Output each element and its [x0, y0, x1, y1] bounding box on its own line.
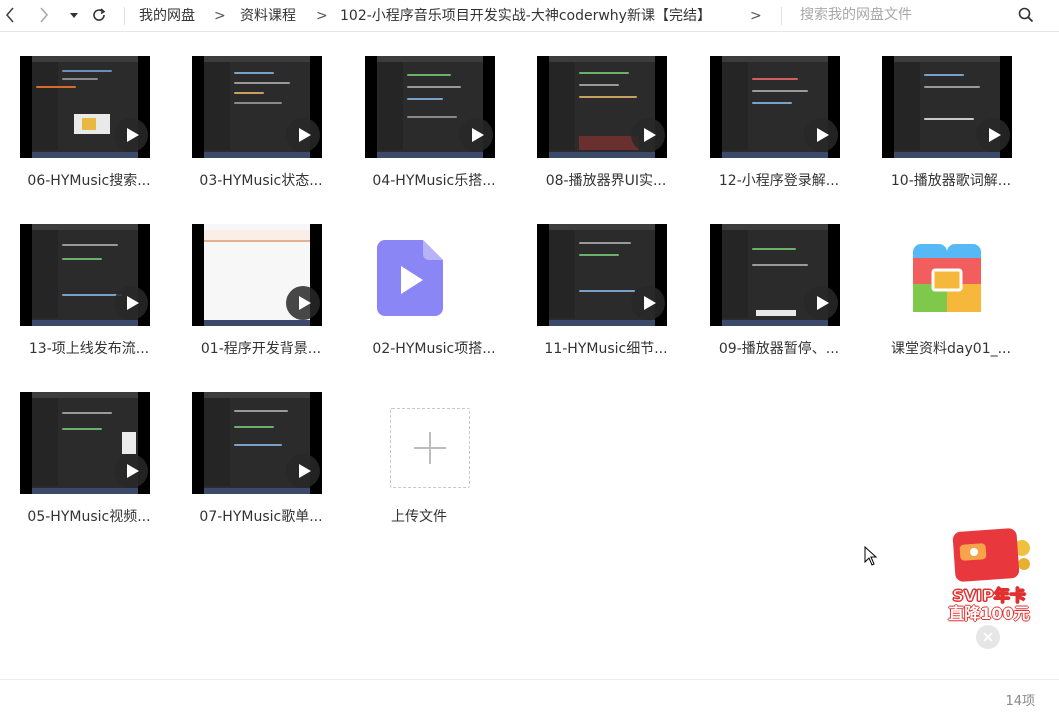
file-item[interactable]: 04-HYMusic乐搭... [345, 56, 496, 206]
search-icon [1018, 7, 1034, 23]
breadcrumb-separator: > [750, 8, 762, 24]
forward-button[interactable] [34, 4, 54, 26]
play-icon [804, 286, 838, 320]
breadcrumb-separator: > [316, 8, 328, 24]
search-input[interactable] [800, 4, 1010, 26]
breadcrumb-item-courses[interactable]: 资料课程 [240, 6, 296, 26]
file-name: 01-程序开发背景... [200, 341, 322, 357]
file-item[interactable]: 01-程序开发背景... [172, 224, 322, 374]
history-dropdown-button[interactable] [66, 4, 82, 26]
play-icon [114, 118, 148, 152]
play-icon [286, 454, 320, 488]
search-button[interactable] [1016, 5, 1036, 25]
item-count: 14项 [1005, 694, 1035, 709]
video-thumbnail [20, 224, 150, 326]
separator [124, 7, 125, 25]
file-name: 课堂资料day01_... [891, 341, 1011, 357]
play-icon [114, 286, 148, 320]
video-thumbnail [882, 56, 1012, 158]
play-icon [114, 454, 148, 488]
play-icon [631, 118, 665, 152]
file-name: 06-HYMusic搜索... [27, 173, 151, 189]
file-item[interactable]: 08-播放器界UI实... [517, 56, 667, 206]
file-item[interactable]: 课堂资料day01_... [862, 224, 1012, 374]
upload-file-button[interactable]: 上传文件 [361, 392, 511, 542]
refresh-button[interactable] [88, 4, 110, 26]
video-thumbnail [537, 56, 667, 158]
video-thumbnail [710, 56, 840, 158]
video-thumbnail [365, 56, 495, 158]
video-thumbnail [20, 56, 150, 158]
file-item[interactable]: 13-项上线发布流... [0, 224, 150, 374]
file-name: 04-HYMusic乐搭... [372, 173, 496, 189]
play-icon [286, 118, 320, 152]
breadcrumb-separator: > [214, 8, 226, 24]
close-icon [983, 632, 993, 642]
video-thumbnail [192, 392, 322, 494]
upload-dropzone[interactable] [390, 408, 470, 488]
video-thumbnail [20, 392, 150, 494]
chevron-left-icon [5, 7, 14, 23]
video-thumbnail [192, 224, 322, 326]
file-item[interactable]: 03-HYMusic状态... [172, 56, 323, 206]
file-item[interactable]: 10-播放器歌词解... [862, 56, 1012, 206]
upload-label: 上传文件 [391, 509, 447, 525]
file-item[interactable]: 12-小程序登录解... [690, 56, 840, 206]
promo-subtitle: 直降100元 [948, 604, 1030, 623]
file-item[interactable]: 11-HYMusic细节... [517, 224, 668, 374]
file-name: 12-小程序登录解... [718, 173, 840, 189]
breadcrumb-item-current[interactable]: 102-小程序音乐项目开发实战-大神coderwhy新课【完结】 [340, 6, 711, 26]
file-name: 09-播放器暂停、... [718, 341, 840, 357]
back-button[interactable] [0, 4, 20, 26]
file-item[interactable]: 09-播放器暂停、... [690, 224, 840, 374]
status-bar: 14项 [0, 679, 1059, 715]
file-name: 08-播放器界UI实... [545, 173, 667, 189]
file-name: 02-HYMusic项搭... [372, 341, 496, 357]
archive-icon [913, 244, 981, 312]
play-icon [976, 118, 1010, 152]
play-icon [631, 286, 665, 320]
file-name: 07-HYMusic歌单... [199, 509, 323, 525]
play-icon [459, 118, 493, 152]
promo-close-button[interactable] [976, 625, 1000, 649]
video-thumbnail [537, 224, 667, 326]
file-item[interactable]: 07-HYMusic歌单... [172, 392, 323, 542]
file-item[interactable]: 05-HYMusic视频... [0, 392, 151, 542]
svip-promo-banner[interactable]: SVIP年卡 直降100元 [940, 528, 1036, 624]
separator [781, 7, 782, 25]
caret-down-icon [70, 13, 78, 18]
video-thumbnail [710, 224, 840, 326]
play-icon [804, 118, 838, 152]
mouse-cursor-icon [864, 546, 878, 566]
file-item[interactable]: 06-HYMusic搜索... [0, 56, 151, 206]
refresh-icon [93, 8, 106, 21]
file-name: 13-项上线发布流... [28, 341, 150, 357]
file-name: 05-HYMusic视频... [27, 509, 151, 525]
file-name: 03-HYMusic状态... [199, 173, 323, 189]
video-file-icon [377, 240, 443, 316]
file-item[interactable]: 02-HYMusic项搭... [345, 224, 496, 374]
plus-icon [414, 432, 446, 464]
play-icon [286, 286, 320, 320]
top-nav-bar: 我的网盘 > 资料课程 > 102-小程序音乐项目开发实战-大神coderwhy… [0, 0, 1059, 32]
breadcrumb-item-root[interactable]: 我的网盘 [139, 6, 195, 26]
file-name: 10-播放器歌词解... [890, 173, 1012, 189]
chevron-right-icon [40, 7, 49, 23]
video-thumbnail [192, 56, 322, 158]
file-name: 11-HYMusic细节... [544, 341, 668, 357]
